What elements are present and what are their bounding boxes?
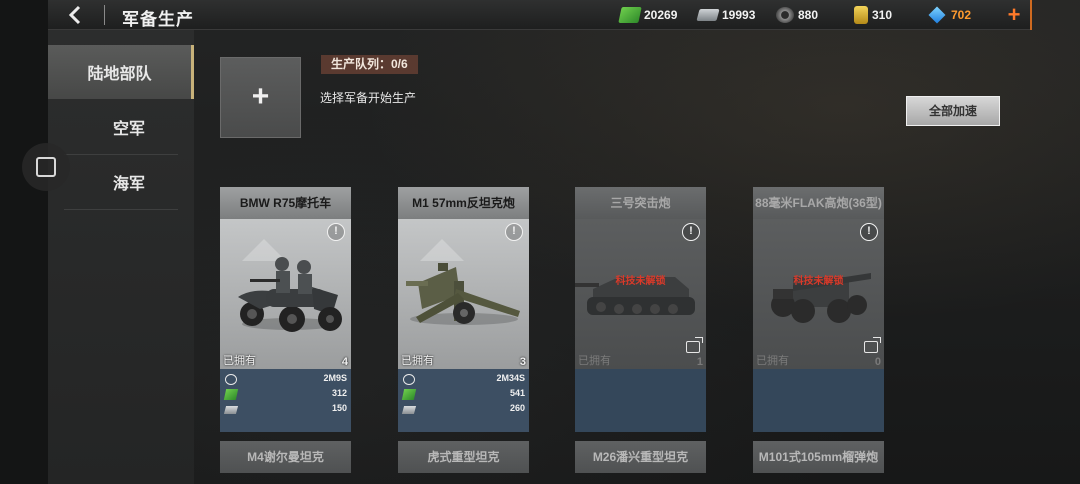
unit-card-image: 科技未解锁 ! 已拥有 1: [575, 219, 706, 369]
floating-overlay-button[interactable]: [22, 143, 70, 191]
unit-card-stats: [753, 369, 884, 432]
cash-icon: [401, 389, 417, 400]
stat-cash: 312: [220, 388, 351, 402]
resource-rubber: 880: [776, 5, 818, 25]
sidebar-item-label: 海军: [112, 176, 145, 193]
unit-card-image: 科技未解锁 ! 已拥有 0: [753, 219, 884, 369]
unit-card-stats: 2M9S 312 150: [220, 369, 351, 432]
unit-card-assault-gun[interactable]: 三号突击炮 科技未解锁 ! 已拥有 1: [575, 187, 706, 432]
info-warning-icon[interactable]: !: [327, 223, 345, 241]
unit-card-at-gun[interactable]: M1 57mm反坦克炮 ! 已拥有 3 2M34S 541 260: [398, 187, 529, 432]
sidebar-divider: [64, 209, 178, 210]
unit-card-title: M1 57mm反坦克炮: [398, 187, 529, 219]
stat-cash-value: 541: [509, 388, 525, 398]
gold-value: 310: [872, 8, 893, 22]
clock-icon: [225, 374, 237, 385]
unit-card-image: ! 已拥有 4: [220, 219, 351, 369]
unit-card-howitzer[interactable]: M101式105mm榴弹炮: [753, 441, 884, 473]
sidebar-item-air[interactable]: 空军: [64, 100, 194, 154]
square-icon: [36, 157, 56, 177]
motorcycle-image: [238, 257, 342, 332]
sidebar-item-label: 陆地部队: [87, 66, 152, 83]
unit-card-title: 88毫米FLAK高炮(36型): [753, 187, 884, 219]
sidebar-item-label: 空军: [112, 121, 145, 138]
gold-icon: [854, 6, 868, 24]
owned-count: 4: [341, 356, 348, 368]
steel-icon: [223, 406, 239, 414]
title-separator: [104, 5, 105, 25]
unit-card-title: 三号突击炮: [575, 187, 706, 219]
info-warning-icon[interactable]: !: [682, 223, 700, 241]
unit-card-motorcycle[interactable]: BMW R75摩托车 ! 已拥有 4 2M9S 312 150: [220, 187, 351, 432]
owned-count: 0: [874, 356, 881, 368]
resource-cash: 20269: [618, 5, 678, 25]
info-warning-icon[interactable]: !: [860, 223, 878, 241]
sidebar: 陆地部队 空军 海军: [48, 30, 194, 484]
owned-label: 已拥有: [401, 355, 434, 367]
stat-steel: 260: [398, 403, 529, 417]
sidebar-item-navy[interactable]: 海军: [64, 155, 194, 209]
unit-card-pershing[interactable]: M26潘兴重型坦克: [575, 441, 706, 473]
external-link-icon[interactable]: [686, 337, 703, 353]
diamond-icon: [928, 6, 946, 24]
add-production-slot-button[interactable]: +: [220, 57, 301, 138]
stat-time-value: 2M9S: [323, 373, 347, 383]
tech-locked-text: 科技未解锁: [615, 276, 666, 287]
back-arrow-icon[interactable]: [64, 3, 90, 27]
sidebar-item-land[interactable]: 陆地部队: [48, 45, 194, 99]
unit-card-flak[interactable]: 88毫米FLAK高炮(36型) 科技未解锁 ! 已拥有 0: [753, 187, 884, 432]
speed-up-all-button[interactable]: 全部加速: [906, 96, 1000, 126]
clock-icon: [403, 374, 415, 385]
steel-icon: [696, 9, 720, 21]
stat-steel: 150: [220, 403, 351, 417]
cash-icon: [618, 7, 642, 23]
stat-cash: 541: [398, 388, 529, 402]
rubber-icon: [776, 7, 794, 23]
anti-tank-gun-image: [406, 263, 520, 325]
resource-diamond: 702: [928, 5, 971, 25]
info-warning-icon[interactable]: !: [505, 223, 523, 241]
queue-status-badge: 生产队列：0/6: [321, 55, 418, 74]
owned-count: 1: [696, 356, 703, 368]
owned-label: 已拥有: [578, 355, 611, 367]
cash-icon: [223, 389, 239, 400]
unit-card-stats: [575, 369, 706, 432]
steel-icon: [401, 406, 417, 414]
external-link-icon[interactable]: [864, 337, 881, 353]
stat-steel-value: 150: [331, 403, 347, 413]
stat-time: 2M9S: [220, 373, 351, 387]
unit-card-image: ! 已拥有 3: [398, 219, 529, 369]
stat-cash-value: 312: [331, 388, 347, 398]
rubber-value: 880: [798, 8, 819, 22]
diamond-value: 702: [951, 8, 972, 22]
unit-card-stats: 2M34S 541 260: [398, 369, 529, 432]
unit-card-sherman[interactable]: M4谢尔曼坦克: [220, 441, 351, 473]
cash-value: 20269: [644, 8, 678, 22]
owned-label: 已拥有: [756, 355, 789, 367]
tech-locked-text: 科技未解锁: [793, 276, 844, 287]
unit-card-title: BMW R75摩托车: [220, 187, 351, 219]
topbar-end-line: [1030, 0, 1032, 30]
top-bar: 军备生产 20269 19993 880 310 702 +: [48, 0, 1032, 30]
stat-time: 2M34S: [398, 373, 529, 387]
queue-hint: 选择军备开始生产: [320, 91, 417, 105]
stat-steel-value: 260: [509, 403, 525, 413]
steel-value: 19993: [722, 8, 756, 22]
add-resource-button[interactable]: +: [1000, 2, 1028, 28]
unit-card-tiger[interactable]: 虎式重型坦克: [398, 441, 529, 473]
resource-gold: 310: [854, 5, 892, 25]
page-title: 军备生产: [122, 10, 194, 29]
owned-label: 已拥有: [223, 355, 256, 367]
left-strip: [0, 0, 48, 484]
owned-count: 3: [519, 356, 526, 368]
stat-time-value: 2M34S: [496, 373, 525, 383]
resource-steel: 19993: [696, 5, 756, 25]
